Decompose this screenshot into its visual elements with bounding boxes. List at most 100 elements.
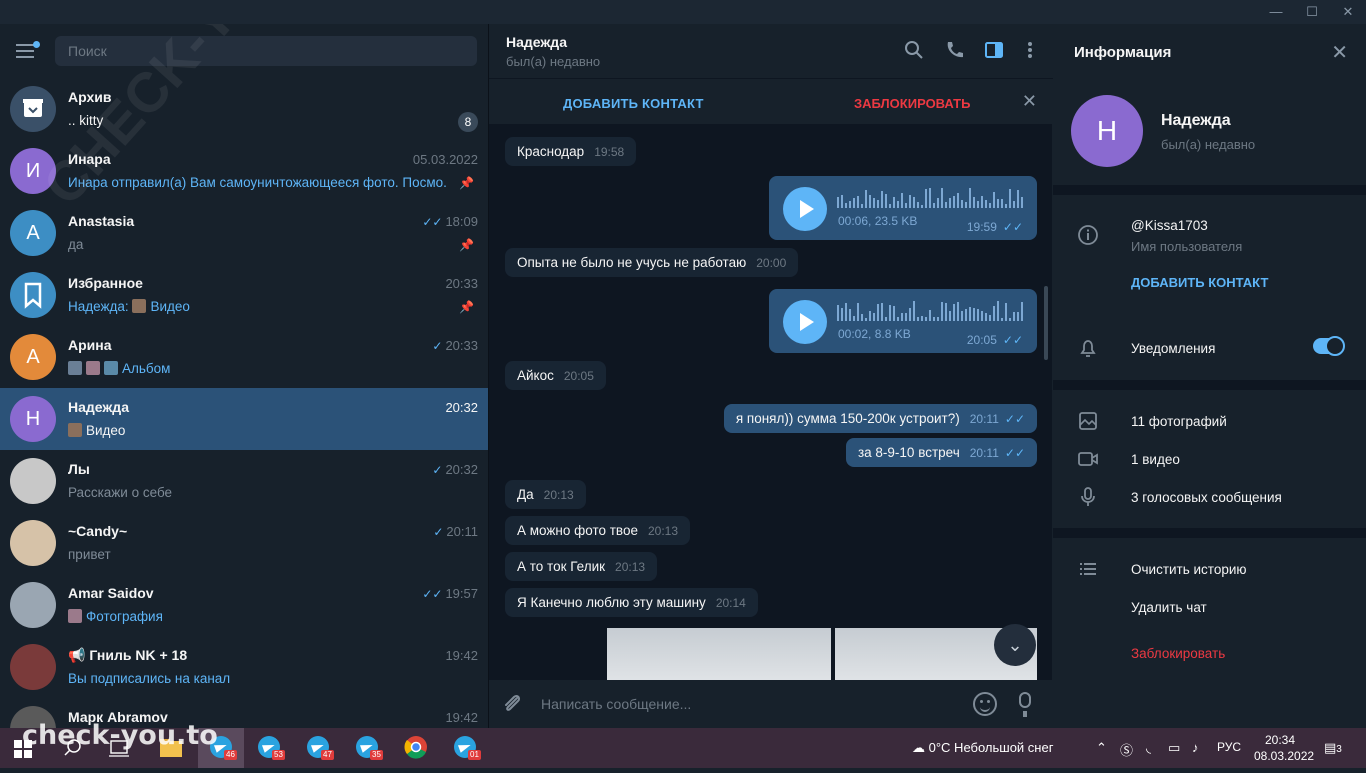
message-time: 20:05 ✓✓ — [967, 333, 1023, 347]
delete-chat-button[interactable]: Удалить чат — [1131, 600, 1207, 615]
search-icon[interactable] — [903, 40, 925, 62]
chat-time: 19:42 — [445, 710, 478, 725]
chat-item-arina[interactable]: А Арина ✓ 20:33 Альбом — [0, 326, 488, 388]
chat-item-archive[interactable]: Архив .. kitty 8 — [0, 78, 488, 140]
clear-history-button[interactable]: Очистить историю — [1131, 562, 1247, 577]
battery-icon[interactable]: ▭ — [1168, 740, 1180, 756]
play-icon[interactable] — [783, 300, 827, 344]
close-window-button[interactable]: ✕ — [1330, 0, 1366, 24]
waveform[interactable] — [837, 186, 1025, 208]
emoji-icon[interactable] — [973, 692, 997, 716]
search-input[interactable]: Поиск — [55, 36, 477, 66]
clock[interactable]: 20:34 08.03.2022 — [1254, 732, 1314, 764]
chat-item-inara[interactable]: И Инара 05.03.2022 Инара отправил(а) Вам… — [0, 140, 488, 202]
voice-message: 00:02, 8.8 KB 20:05 ✓✓ — [769, 289, 1037, 353]
list-icon — [1077, 558, 1099, 580]
photo-thumbnail[interactable] — [607, 628, 831, 680]
chat-preview-text: Вы подписались на канал — [68, 671, 231, 686]
telegram-taskbar-icon[interactable]: 35 — [344, 728, 390, 768]
chat-item-ly[interactable]: Лы ✓ 20:32 Расскажи о себе — [0, 450, 488, 512]
unread-badge: 8 — [458, 112, 478, 132]
close-icon[interactable]: ✕ — [1331, 40, 1348, 65]
chat-item-amar[interactable]: Amar Saidov ✓✓ 19:57 Фотография — [0, 574, 488, 636]
chat-item-saved[interactable]: Избранное 20:33 Надежда: Видео 📌 — [0, 264, 488, 326]
message-time: 20:13 — [543, 488, 574, 502]
play-icon[interactable] — [783, 187, 827, 231]
telegram-taskbar-icon[interactable]: 01 — [442, 728, 488, 768]
avatar[interactable]: Н — [1071, 95, 1143, 167]
close-icon[interactable]: ✕ — [1022, 91, 1037, 112]
scroll-down-icon[interactable]: ⌄ — [994, 624, 1036, 666]
volume-icon[interactable]: ♪ — [1192, 740, 1199, 755]
notification-center-icon[interactable]: ▤3 — [1324, 740, 1342, 756]
chat-preview: Расскажи о себе — [68, 485, 173, 500]
photo-album — [607, 628, 1037, 680]
phone-icon[interactable] — [943, 40, 965, 62]
avatar: А — [10, 334, 56, 380]
album-thumb-icon — [86, 361, 100, 375]
scrollbar[interactable] — [1044, 128, 1048, 676]
message-input[interactable]: Написать сообщение... — [541, 696, 691, 712]
add-contact-button[interactable]: ДОБАВИТЬ КОНТАКТ — [563, 96, 704, 111]
bell-icon — [1077, 337, 1099, 359]
waveform[interactable] — [837, 299, 1025, 321]
avatar: И — [10, 148, 56, 194]
double-check-icon: ✓✓ — [1004, 446, 1025, 460]
chat-name: Надежда — [68, 399, 129, 415]
conversation-panel: Надежда был(а) недавно ДОБАВИТЬ КОНТАКТ … — [488, 24, 1053, 728]
chat-preview-text: Фотография — [86, 609, 163, 624]
chat-name: ~Candy~ — [68, 523, 128, 539]
chevron-up-icon[interactable]: ⌃ — [1096, 740, 1107, 756]
chat-preview: Видео — [68, 423, 448, 438]
taskbar-badge: 01 — [468, 750, 481, 760]
photos-count[interactable]: 11 фотографий — [1131, 414, 1227, 429]
wifi-icon[interactable]: ◟ — [1146, 740, 1151, 756]
notifications-label: Уведомления — [1131, 341, 1216, 356]
paperclip-icon[interactable] — [501, 692, 523, 720]
weather-widget[interactable]: ☁ 0°C Небольшой снег — [912, 740, 1053, 756]
bookmark-icon — [10, 272, 56, 318]
block-user-button[interactable]: Заблокировать — [1131, 646, 1225, 661]
chat-time-text: 20:33 — [445, 338, 478, 353]
message-time: 20:13 — [615, 560, 646, 574]
divider — [1053, 380, 1366, 390]
skype-icon[interactable]: Ⓢ — [1120, 740, 1133, 759]
telegram-taskbar-icon[interactable]: 47 — [295, 728, 341, 768]
chat-time: 05.03.2022 — [412, 152, 478, 167]
more-icon[interactable] — [1019, 40, 1041, 62]
maximize-button[interactable]: ☐ — [1294, 0, 1330, 24]
chat-time: ✓ 20:11 — [433, 524, 478, 539]
add-contact-link[interactable]: ДОБАВИТЬ КОНТАКТ — [1131, 275, 1268, 290]
message-incoming: Опыта не было не учусь не работаю 20:00 — [505, 248, 799, 277]
chat-item-anastasia[interactable]: A Anastasia ✓✓ 18:09 да 📌 — [0, 202, 488, 264]
language-indicator[interactable]: РУС — [1217, 740, 1241, 754]
chat-time: ✓✓ 18:09 — [422, 214, 478, 229]
chrome-icon[interactable] — [393, 728, 439, 768]
video-thumb-icon — [68, 423, 82, 437]
message-text: А то ток Гелик — [517, 559, 606, 574]
telegram-taskbar-icon[interactable]: 53 — [246, 728, 292, 768]
message-incoming: Краснодар 19:58 — [505, 137, 637, 166]
chat-time: 20:33 — [445, 276, 478, 291]
avatar-photo — [10, 520, 56, 566]
preview-sender: Надежда: — [68, 299, 129, 314]
chat-item-nadezhda[interactable]: Н Надежда 20:32 Видео — [0, 388, 488, 450]
message-time: 20:14 — [715, 596, 746, 610]
voice-count[interactable]: 3 голосовых сообщения — [1131, 490, 1282, 505]
videos-count[interactable]: 1 видео — [1131, 452, 1180, 467]
block-button[interactable]: ЗАБЛОКИРОВАТЬ — [854, 96, 970, 111]
info-icon — [1077, 224, 1099, 246]
cloud-icon: ☁ — [912, 740, 929, 755]
chat-status: был(а) недавно — [506, 54, 601, 69]
username[interactable]: @Kissa1703 — [1131, 218, 1208, 233]
chat-item-candy[interactable]: ~Candy~ ✓ 20:11 привет — [0, 512, 488, 574]
chat-title[interactable]: Надежда — [506, 34, 567, 50]
chat-item-channel[interactable]: 📢 Гниль NK + 18 19:42 Вы подписались на … — [0, 636, 488, 698]
chat-preview: Фотография — [68, 609, 448, 624]
chat-preview-text: Видео — [150, 299, 190, 314]
notifications-toggle[interactable] — [1313, 336, 1345, 356]
scrollbar-thumb[interactable] — [1044, 286, 1048, 360]
microphone-icon[interactable] — [1019, 692, 1031, 717]
minimize-button[interactable]: — — [1258, 0, 1294, 24]
sidebar-toggle-icon[interactable] — [983, 40, 1005, 62]
